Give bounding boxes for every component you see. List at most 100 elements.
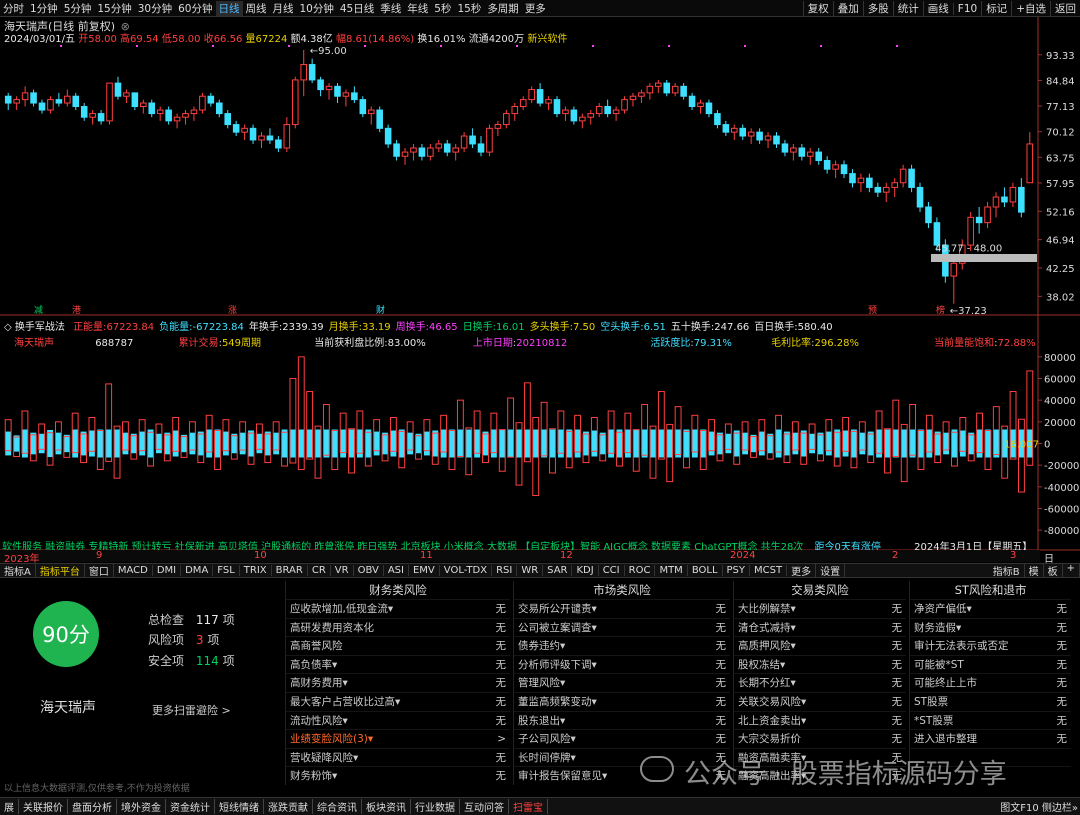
risk-row[interactable]: *ST股票 无: [910, 710, 1071, 730]
status-tab[interactable]: 综合资讯: [313, 799, 362, 814]
risk-row[interactable]: 高负债率▾ 无: [286, 654, 510, 674]
period-tab[interactable]: 10分钟: [297, 1, 337, 16]
risk-row[interactable]: 财务粉饰▾ 无: [286, 766, 510, 785]
indicator-tab[interactable]: ROC: [625, 565, 656, 576]
indicator-tab[interactable]: BOLL: [688, 565, 723, 576]
status-tab[interactable]: 板块资讯: [362, 799, 411, 814]
tool-button[interactable]: 统计: [892, 1, 923, 16]
risk-row[interactable]: 财务造假▾ 无: [910, 617, 1071, 637]
period-tab[interactable]: 5分钟: [61, 1, 95, 16]
risk-row[interactable]: 清仓式减持▾ 无: [734, 617, 906, 637]
more-scan-link[interactable]: 更多扫雷避险 >: [152, 702, 231, 718]
status-tab[interactable]: 涨跌贡献: [264, 799, 313, 814]
tool-button[interactable]: 叠加: [832, 1, 863, 16]
period-tab[interactable]: 15分钟: [94, 1, 134, 16]
risk-row[interactable]: 股权冻结▾ 无: [734, 654, 906, 674]
indicator-right-tab[interactable]: 模: [1025, 563, 1044, 578]
indicator-tab[interactable]: CCI: [599, 565, 625, 576]
period-tab[interactable]: 季线: [377, 1, 404, 16]
indicator-tab[interactable]: ASI: [384, 565, 409, 576]
risk-row[interactable]: 股东退出▾ 无: [514, 710, 730, 730]
risk-row[interactable]: 高研发费用资本化 无: [286, 617, 510, 637]
indicator-tab[interactable]: 指标平台: [36, 563, 85, 578]
risk-row[interactable]: 高财务费用▾ 无: [286, 673, 510, 692]
indicator-tab[interactable]: 指标A: [0, 563, 36, 578]
indicator-tab[interactable]: WR: [517, 565, 544, 576]
period-tab[interactable]: 45日线: [337, 1, 377, 16]
risk-row[interactable]: 关联交易风险▾ 无: [734, 691, 906, 711]
risk-row[interactable]: 营收疑降风险▾ 无: [286, 747, 510, 767]
indicator-right-tab[interactable]: 指标B: [989, 563, 1025, 578]
risk-row[interactable]: 净资产偏低▾ 无: [910, 599, 1071, 618]
risk-row[interactable]: 大比例解禁▾ 无: [734, 599, 906, 618]
risk-row[interactable]: 交易所公开谴责▾ 无: [514, 599, 730, 618]
status-tab[interactable]: 扫雷宝: [509, 799, 548, 814]
risk-row[interactable]: 北上资金卖出▾ 无: [734, 710, 906, 730]
period-tab[interactable]: 日线: [215, 0, 243, 16]
period-tab[interactable]: 更多: [522, 1, 549, 16]
indicator-tab[interactable]: TRIX: [240, 565, 272, 576]
indicator-tab[interactable]: VOL-TDX: [440, 565, 493, 576]
indicator-tab[interactable]: PSY: [723, 565, 751, 576]
tool-button[interactable]: 多股: [862, 1, 893, 16]
risk-row[interactable]: 高质押风险▾ 无: [734, 636, 906, 655]
indicator-tab[interactable]: RSI: [492, 565, 518, 576]
risk-row[interactable]: 可能终止上市 无: [910, 673, 1071, 692]
status-tab[interactable]: 境外资金: [117, 799, 166, 814]
indicator-tab[interactable]: DMA: [181, 565, 214, 576]
tool-button[interactable]: 标记: [981, 1, 1011, 16]
period-tab[interactable]: 分时: [0, 1, 27, 16]
risk-row[interactable]: 债券违约▾ 无: [514, 636, 730, 655]
indicator-tab[interactable]: SAR: [543, 565, 573, 576]
period-tab[interactable]: 多周期: [484, 1, 522, 16]
period-tab[interactable]: 30分钟: [135, 1, 175, 16]
status-right-links[interactable]: 图文F10 侧边栏»: [1000, 799, 1078, 814]
chart-area[interactable]: 93.33 84.84 77.13 70.12 63.75 57.95 52.16 46.94…: [0, 17, 1080, 553]
indicator-tab[interactable]: MCST: [750, 565, 788, 576]
indicator-tab[interactable]: MACD: [114, 565, 153, 576]
concept-tag[interactable]: 新兴软件: [527, 34, 567, 45]
tool-button[interactable]: 返回: [1050, 1, 1080, 16]
indicator-tab[interactable]: DMI: [153, 565, 182, 576]
risk-row[interactable]: 大宗交易折价 无: [734, 729, 906, 748]
period-tab[interactable]: 1分钟: [27, 1, 61, 16]
indicator-tab[interactable]: KDJ: [572, 565, 599, 576]
period-tab[interactable]: 年线: [404, 1, 431, 16]
risk-row[interactable]: 进入退市整理 无: [910, 729, 1071, 748]
indicator-right-tab[interactable]: +: [1063, 563, 1080, 578]
risk-row[interactable]: 董监高频繁变动▾ 无: [514, 691, 730, 711]
indicator-tab[interactable]: CR: [308, 565, 331, 576]
risk-row[interactable]: 审计无法表示或否定 无: [910, 636, 1071, 655]
tool-button[interactable]: +自选: [1011, 1, 1050, 16]
risk-row[interactable]: ST股票 无: [910, 691, 1071, 711]
indicator-tab[interactable]: 窗口: [85, 563, 114, 578]
risk-row[interactable]: 流动性风险▾ 无: [286, 710, 510, 730]
risk-row[interactable]: 管理风险▾ 无: [514, 673, 730, 692]
sub-indicator-name[interactable]: ◇ 换手军战法: [4, 322, 68, 333]
tool-button[interactable]: 画线: [922, 1, 953, 16]
indicator-tab[interactable]: VR: [331, 565, 354, 576]
indicator-tab[interactable]: EMV: [409, 565, 440, 576]
risk-row[interactable]: 高商誉风险 无: [286, 636, 510, 655]
risk-row[interactable]: 子公司风险▾ 无: [514, 729, 730, 748]
indicator-tab[interactable]: BRAR: [272, 565, 308, 576]
period-tab[interactable]: 月线: [270, 1, 297, 16]
period-tab[interactable]: 15秒: [454, 1, 484, 16]
indicator-tab[interactable]: 设置: [816, 563, 846, 578]
indicator-tab[interactable]: FSL: [213, 565, 240, 576]
status-tab[interactable]: 盘面分析: [68, 799, 117, 814]
period-tab[interactable]: 周线: [243, 1, 270, 16]
risk-row[interactable]: 可能被*ST 无: [910, 654, 1071, 674]
indicator-right-tab[interactable]: 板: [1044, 563, 1063, 578]
risk-row[interactable]: 长期不分红▾ 无: [734, 673, 906, 692]
tool-button[interactable]: 复权: [802, 1, 833, 16]
indicator-tab[interactable]: MTM: [655, 565, 688, 576]
period-tab[interactable]: 60分钟: [175, 1, 215, 16]
indicator-tab[interactable]: OBV: [354, 565, 384, 576]
status-tab[interactable]: 互动问答: [460, 799, 509, 814]
risk-row[interactable]: 业绩变脸风险(3)▾ >: [286, 729, 510, 748]
risk-row[interactable]: 公司被立案调查▾ 无: [514, 617, 730, 637]
indicator-tab[interactable]: 更多: [787, 563, 817, 578]
risk-row[interactable]: 应收款增加,低现金流▾ 无: [286, 599, 510, 618]
status-tab[interactable]: 关联报价: [19, 799, 68, 814]
